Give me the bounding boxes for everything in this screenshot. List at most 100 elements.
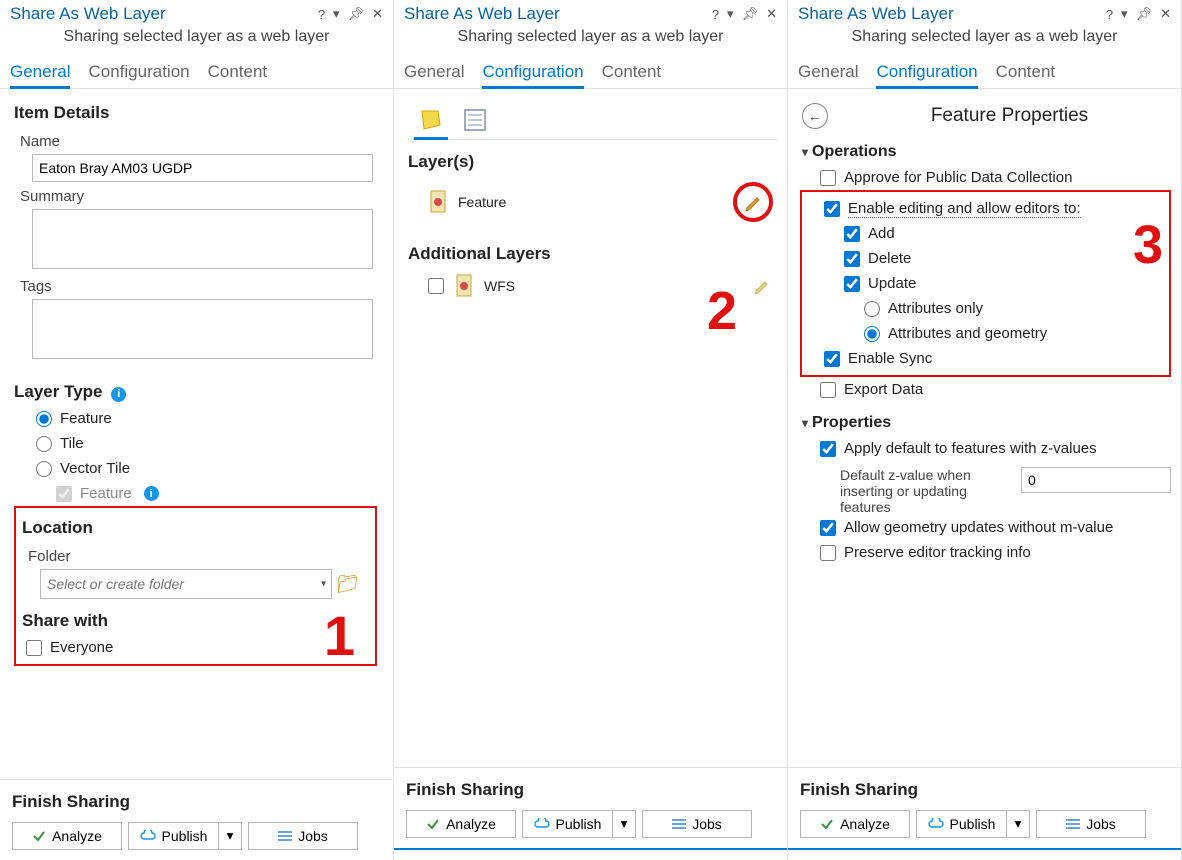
pin-icon[interactable]: 📌︎ [742, 6, 759, 22]
radio-feature[interactable] [36, 411, 52, 427]
annotation-number-3: 3 [1133, 218, 1163, 272]
panel-feature-properties: Share As Web Layer ? ▾ 📌︎ ✕ Sharing sele… [788, 0, 1182, 860]
check-allow-m[interactable] [820, 520, 836, 536]
check-update[interactable] [844, 276, 860, 292]
tab-general[interactable]: General [10, 60, 70, 88]
summary-input[interactable] [32, 209, 373, 269]
check-apply-z-label: Apply default to features with z-values [844, 440, 1097, 457]
analyze-button[interactable]: Analyze [12, 822, 122, 850]
layers-heading: Layer(s) [408, 146, 777, 176]
analyze-button[interactable]: Analyze [800, 810, 910, 838]
publish-dropdown[interactable]: ▾ [218, 822, 242, 850]
dropdown-icon[interactable]: ▾ [333, 6, 340, 22]
info-icon[interactable]: i [111, 387, 126, 402]
section-properties[interactable]: Properties [802, 410, 1171, 436]
close-icon[interactable]: ✕ [1160, 6, 1171, 22]
publish-button[interactable]: Publish [916, 810, 1006, 838]
dropdown-icon[interactable]: ▾ [727, 6, 734, 22]
tab-content[interactable]: Content [208, 60, 268, 88]
jobs-button[interactable]: Jobs [642, 810, 752, 838]
cloud-icon [928, 818, 944, 830]
radio-vector-tile[interactable] [36, 461, 52, 477]
close-icon[interactable]: ✕ [372, 6, 383, 22]
tab-configuration[interactable]: Configuration [482, 60, 583, 88]
publish-dropdown[interactable]: ▾ [612, 810, 636, 838]
help-icon[interactable]: ? [1106, 7, 1113, 22]
tab-general[interactable]: General [798, 60, 858, 88]
radio-tile-label: Tile [60, 435, 84, 452]
caret-icon [802, 143, 808, 161]
check-everyone[interactable] [26, 640, 42, 656]
check-add[interactable] [844, 226, 860, 242]
check-preserve-tracking[interactable] [820, 545, 836, 561]
publish-button[interactable]: Publish [522, 810, 612, 838]
annotation-1: Location Folder ▾ 📁︎ Share with Everyone… [14, 506, 377, 666]
cloud-icon [534, 818, 550, 830]
radio-attr-only[interactable] [864, 301, 880, 317]
subtitle: Sharing selected layer as a web layer [394, 26, 787, 54]
wfs-layer-icon [454, 274, 474, 298]
pin-icon[interactable]: 📌︎ [348, 6, 365, 22]
tags-input[interactable] [32, 299, 373, 359]
check-enable-edit[interactable] [824, 201, 840, 217]
close-icon[interactable]: ✕ [766, 6, 777, 22]
folder-combo[interactable] [40, 569, 332, 599]
tab-configuration[interactable]: Configuration [876, 60, 977, 88]
section-operations[interactable]: Operations [802, 139, 1171, 165]
label-summary: Summary [14, 182, 383, 209]
general-scroll[interactable]: Item Details Name Summary Tags Layer Typ… [0, 89, 393, 779]
help-icon[interactable]: ? [318, 7, 325, 22]
check-export-data[interactable] [820, 382, 836, 398]
radio-attr-geo[interactable] [864, 326, 880, 342]
dropdown-icon[interactable]: ▾ [1121, 6, 1128, 22]
feature-layer-label: Feature [458, 194, 723, 210]
check-update-label: Update [868, 275, 916, 292]
browse-folder-icon[interactable]: 📁︎ [336, 574, 359, 595]
radio-tile[interactable] [36, 436, 52, 452]
check-vt-feature [56, 486, 72, 502]
config-tab-properties[interactable] [458, 105, 492, 139]
check-enable-sync-label: Enable Sync [848, 350, 932, 367]
check-apply-z[interactable] [820, 441, 836, 457]
check-approve[interactable] [820, 170, 836, 186]
back-button[interactable]: ← [802, 103, 828, 129]
check-icon [426, 817, 440, 831]
help-icon[interactable]: ? [712, 7, 719, 22]
list-icon [672, 818, 686, 830]
finish-sharing-label: Finish Sharing [406, 774, 777, 804]
tab-content[interactable]: Content [602, 60, 662, 88]
check-approve-label: Approve for Public Data Collection [844, 169, 1072, 186]
finish-sharing-label: Finish Sharing [12, 786, 383, 816]
annotation-3: Enable editing and allow editors to: Add… [800, 190, 1171, 377]
edit-wfs-icon[interactable] [751, 275, 773, 297]
properties-icon [462, 107, 488, 133]
check-delete[interactable] [844, 251, 860, 267]
tab-strip: General Configuration Content [394, 54, 787, 89]
publish-button[interactable]: Publish [128, 822, 218, 850]
check-preserve-tracking-label: Preserve editor tracking info [844, 544, 1031, 561]
publish-dropdown[interactable]: ▾ [1006, 810, 1030, 838]
tab-general[interactable]: General [404, 60, 464, 88]
tab-configuration[interactable]: Configuration [88, 60, 189, 88]
name-input[interactable] [32, 154, 373, 182]
jobs-button[interactable]: Jobs [1036, 810, 1146, 838]
titlebar: Share As Web Layer ? ▾ 📌︎ ✕ [788, 0, 1181, 26]
fp-scroll[interactable]: ← Feature Properties Operations Approve … [788, 89, 1181, 767]
check-wfs[interactable] [428, 278, 444, 294]
default-z-input[interactable] [1021, 467, 1171, 493]
tab-content[interactable]: Content [996, 60, 1056, 88]
config-scroll[interactable]: Layer(s) Feature Additional Layers WFS [394, 89, 787, 767]
radio-attr-geo-label: Attributes and geometry [888, 325, 1047, 342]
info-icon[interactable]: i [144, 486, 159, 501]
subtitle: Sharing selected layer as a web layer [788, 26, 1181, 54]
pin-icon[interactable]: 📌︎ [1136, 6, 1153, 22]
check-enable-sync[interactable] [824, 351, 840, 367]
analyze-button[interactable]: Analyze [406, 810, 516, 838]
titlebar: Share As Web Layer ? ▾ 📌︎ ✕ [394, 0, 787, 26]
edit-feature-icon[interactable] [733, 182, 773, 222]
radio-vector-tile-label: Vector Tile [60, 460, 130, 477]
config-tab-layer[interactable] [414, 105, 448, 139]
check-icon [32, 829, 46, 843]
jobs-button[interactable]: Jobs [248, 822, 358, 850]
caret-icon [802, 414, 808, 432]
